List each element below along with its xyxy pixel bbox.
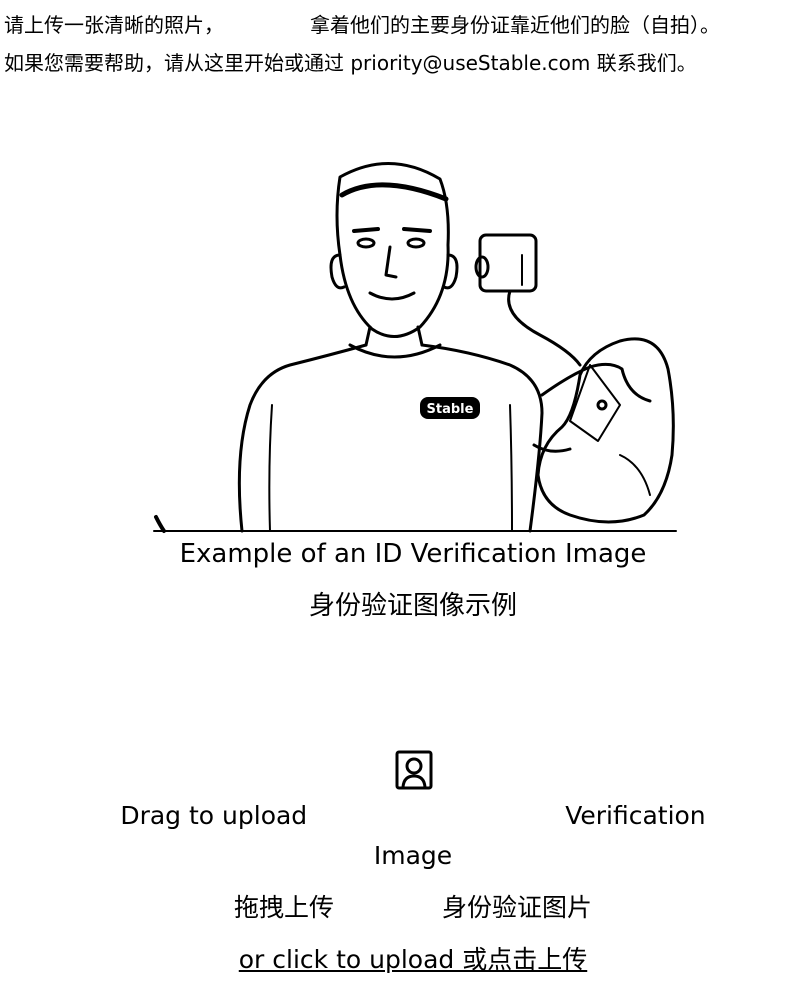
user-portrait-icon <box>395 750 433 790</box>
upload-title-zh: 拖拽上传 身份验证图片 <box>100 890 726 926</box>
instructions-line-1-end: 拿着他们的主要身份证靠近他们的脸（自拍）。 <box>310 13 720 37</box>
example-caption: Example of an ID Verification Image <box>179 539 647 569</box>
upload-title-end: Verification <box>565 801 706 830</box>
upload-title: Drag to upload Verification Image <box>100 796 726 876</box>
upload-zh-start: 拖拽上传 <box>233 893 334 922</box>
upload-dropzone[interactable]: Drag to upload Verification Image 拖拽上传 身份验… <box>100 740 726 990</box>
click-to-upload-link-wrap: or click to upload 或点击上传 <box>100 942 726 978</box>
click-to-upload-link[interactable]: or click to upload 或点击上传 <box>239 945 587 974</box>
shirt-logo-text: Stable <box>427 402 474 417</box>
upload-zh-end: 身份验证图片 <box>442 893 593 922</box>
example-caption-zh: 身份验证图像示例 <box>308 591 517 621</box>
example-selfie-image: Stable <box>153 162 677 533</box>
instructions-line-1: 请上传一张清晰的照片， 拿着他们的主要身份证靠近他们的脸（自拍）。 <box>4 6 794 44</box>
instructions-line-2: 如果您需要帮助，请从这里开始或通过 priority@useStable.com… <box>4 51 697 75</box>
instructions-text: 请上传一张清晰的照片， 拿着他们的主要身份证靠近他们的脸（自拍）。 如果您需要帮助… <box>4 6 794 82</box>
upload-title-start: Drag to upload <box>120 801 308 830</box>
instructions-line-1-start: 请上传一张清晰的照片， <box>4 13 224 37</box>
upload-title-line2: Image <box>373 841 453 870</box>
